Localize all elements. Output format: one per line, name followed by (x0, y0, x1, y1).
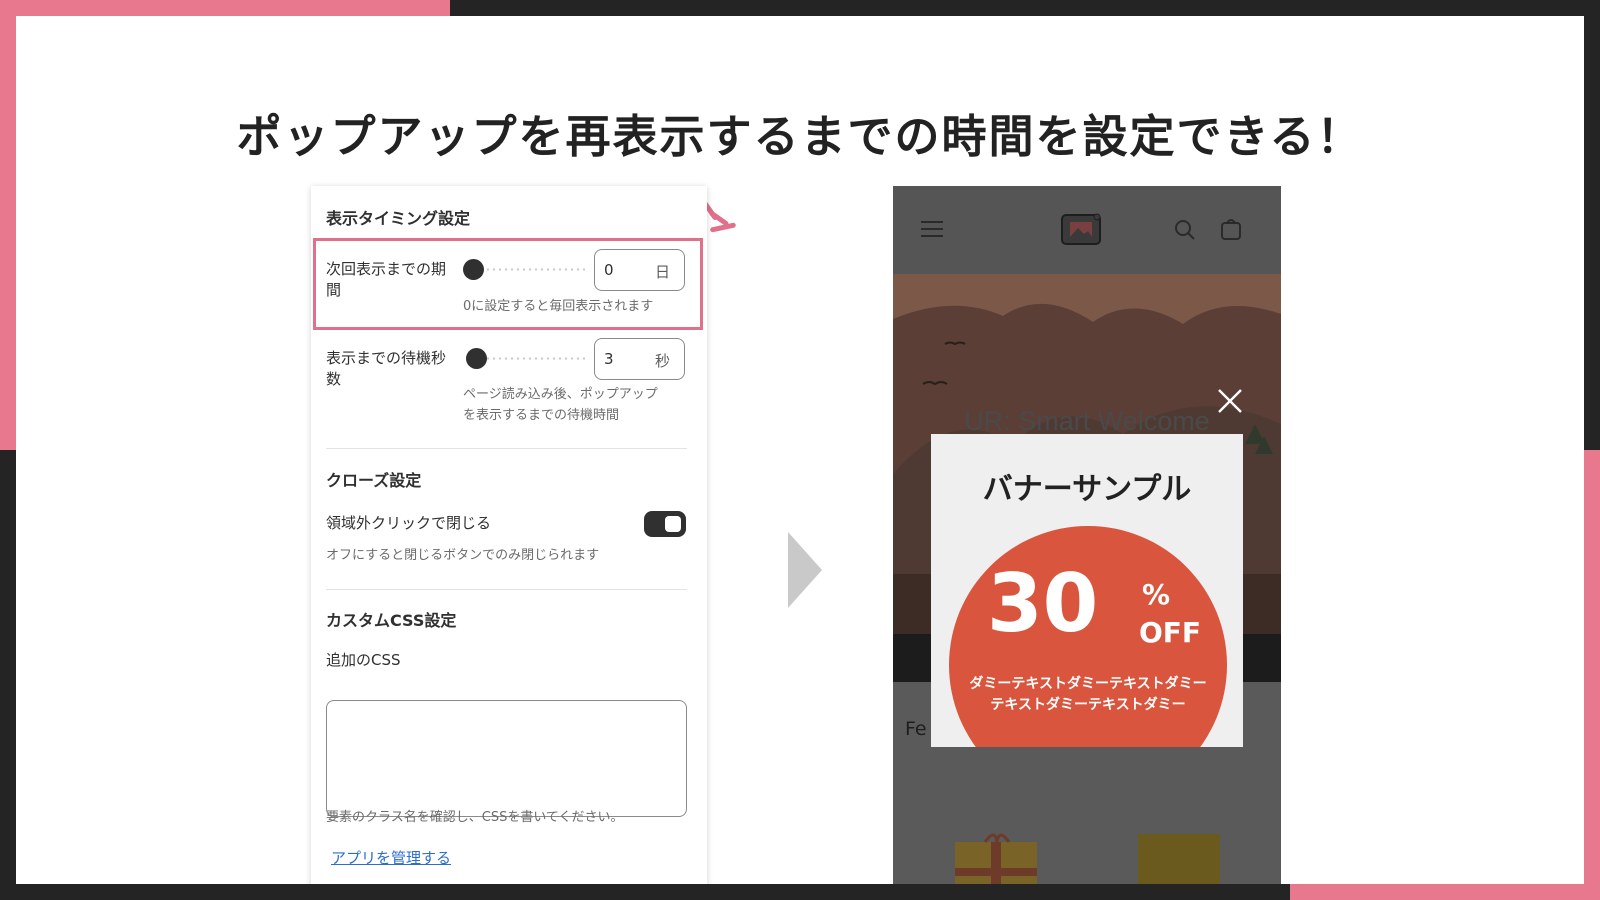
wait-seconds-label-line2: 数 (326, 370, 342, 388)
next-display-value: 0 (604, 261, 614, 279)
css-help: 要素のクラス名を確認し、CSSを書いてください。 (326, 810, 624, 825)
css-section-title: カスタムCSS設定 (326, 611, 457, 630)
discount-number: 30 (987, 557, 1099, 650)
dummy-text-line2: テキストダミーテキストダミー (990, 697, 1186, 713)
phone-preview: UR: Smart Welcome Fe バナーサンプル 30 % OFF ダミ… (893, 186, 1281, 884)
next-display-input[interactable]: 0 日 (594, 249, 685, 291)
wait-seconds-help-line2: を表示するまでの待機時間 (463, 408, 620, 423)
popup-banner[interactable]: バナーサンプル 30 % OFF ダミーテキストダミーテキストダミー テキストダ… (931, 434, 1243, 747)
close-section-title: クローズ設定 (326, 471, 422, 490)
image-logo-icon (1061, 213, 1101, 245)
gift-box-image (955, 833, 1037, 884)
divider (326, 448, 687, 449)
manage-app-link[interactable]: アプリを管理する (331, 847, 451, 868)
wait-seconds-label: 表示までの待機秒 数 (326, 348, 461, 390)
dummy-text: ダミーテキストダミーテキストダミー テキストダミーテキストダミー (949, 674, 1227, 716)
wait-seconds-input[interactable]: 3 秒 (594, 338, 685, 380)
discount-off: OFF (1139, 616, 1202, 649)
slide-canvas: ポップアップを再表示するまでの時間を設定できる！ 表示タイミング設定 次回表示ま… (16, 16, 1584, 884)
next-display-help: 0に設定すると毎回表示されます (463, 299, 654, 314)
next-display-slider-thumb[interactable] (463, 259, 484, 280)
settings-panel: 表示タイミング設定 次回表示までの期 間 0 日 0に設定すると毎回表示されます… (311, 186, 707, 884)
next-display-label-line1: 次回表示までの期 (326, 260, 447, 278)
outside-click-help: オフにすると閉じるボタンでのみ閉じられます (326, 548, 600, 563)
timing-section-title: 表示タイミング設定 (326, 209, 471, 228)
next-display-label-line2: 間 (326, 281, 342, 299)
store-header (893, 186, 1281, 274)
outside-click-toggle[interactable] (644, 511, 686, 537)
wait-seconds-label-line1: 表示までの待機秒 (326, 349, 447, 367)
search-icon[interactable] (1174, 219, 1196, 241)
cart-icon[interactable] (1220, 217, 1242, 241)
css-label: 追加のCSS (326, 651, 401, 669)
next-display-label: 次回表示までの期 間 (326, 259, 461, 301)
wait-seconds-value: 3 (604, 350, 614, 368)
menu-icon[interactable] (921, 220, 943, 238)
toggle-knob (665, 516, 681, 532)
discount-circle: 30 % OFF ダミーテキストダミーテキストダミー テキストダミーテキストダミ… (949, 526, 1227, 747)
wait-seconds-help-line1: ページ読み込み後、ポップアップ (463, 387, 658, 402)
outside-click-label: 領域外クリックで閉じる (326, 514, 492, 532)
popup-title: バナーサンプル (982, 472, 1192, 507)
product-box-image (1138, 834, 1220, 884)
wait-seconds-slider-thumb[interactable] (466, 348, 487, 369)
wait-seconds-unit: 秒 (654, 352, 670, 370)
next-display-unit: 日 (654, 263, 670, 281)
featured-heading: Fe (905, 718, 927, 740)
wait-seconds-help: ページ読み込み後、ポップアップ を表示するまでの待機時間 (463, 384, 683, 426)
headline: ポップアップを再表示するまでの時間を設定できる！ (236, 110, 1364, 163)
chevron-right-icon (788, 532, 822, 608)
divider (326, 589, 687, 590)
close-icon[interactable] (1217, 388, 1243, 414)
discount-percent: % (1142, 578, 1171, 611)
dummy-text-line1: ダミーテキストダミーテキストダミー (969, 676, 1207, 692)
custom-css-textarea[interactable] (326, 700, 687, 817)
